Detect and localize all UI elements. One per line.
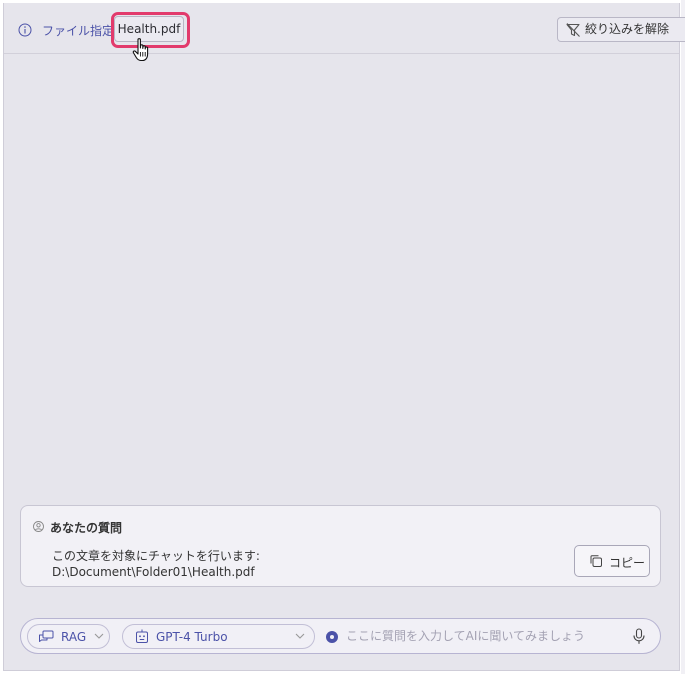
file-filter-header: ファイル指定 Health.pdf 絞り込みを解除 bbox=[4, 3, 685, 62]
file-spec-label: ファイル指定 bbox=[42, 24, 115, 38]
status-dot[interactable] bbox=[326, 631, 338, 643]
chat-bubbles-icon bbox=[39, 630, 54, 642]
question-input[interactable] bbox=[346, 626, 616, 646]
window-right-edge bbox=[681, 0, 685, 674]
model-select[interactable]: GPT-4 Turbo bbox=[122, 624, 315, 649]
question-title: あなたの質問 bbox=[50, 521, 123, 535]
model-label: GPT-4 Turbo bbox=[156, 630, 228, 644]
mode-label: RAG bbox=[61, 630, 87, 644]
mode-select-rag[interactable]: RAG bbox=[27, 624, 110, 649]
chevron-down-icon bbox=[295, 633, 305, 639]
question-text-line1: この文章を対象にチャットを行います: bbox=[52, 549, 260, 563]
robot-icon bbox=[136, 629, 148, 643]
clear-filter-label: 絞り込みを解除 bbox=[585, 22, 670, 36]
copy-label: コピー bbox=[609, 556, 646, 570]
clear-filter-button[interactable]: 絞り込みを解除 bbox=[557, 17, 685, 42]
chevron-down-icon bbox=[94, 633, 104, 639]
filter-off-icon bbox=[566, 23, 580, 37]
copy-button[interactable]: コピー bbox=[574, 545, 650, 577]
user-icon bbox=[33, 521, 44, 532]
chat-input-bar: RAG GPT-4 Turbo bbox=[20, 618, 661, 654]
microphone-icon[interactable] bbox=[632, 628, 646, 645]
info-icon bbox=[18, 23, 32, 37]
chat-panel: ファイル指定 Health.pdf 絞り込みを解除 あなたの質問 この文章を対象… bbox=[3, 3, 685, 671]
question-card: あなたの質問 この文章を対象にチャットを行います: D:\Document\Fo… bbox=[20, 505, 661, 587]
question-file-path: D:\Document\Folder01\Health.pdf bbox=[52, 565, 255, 579]
copy-icon bbox=[590, 555, 602, 567]
hand-pointer-icon bbox=[132, 38, 149, 62]
